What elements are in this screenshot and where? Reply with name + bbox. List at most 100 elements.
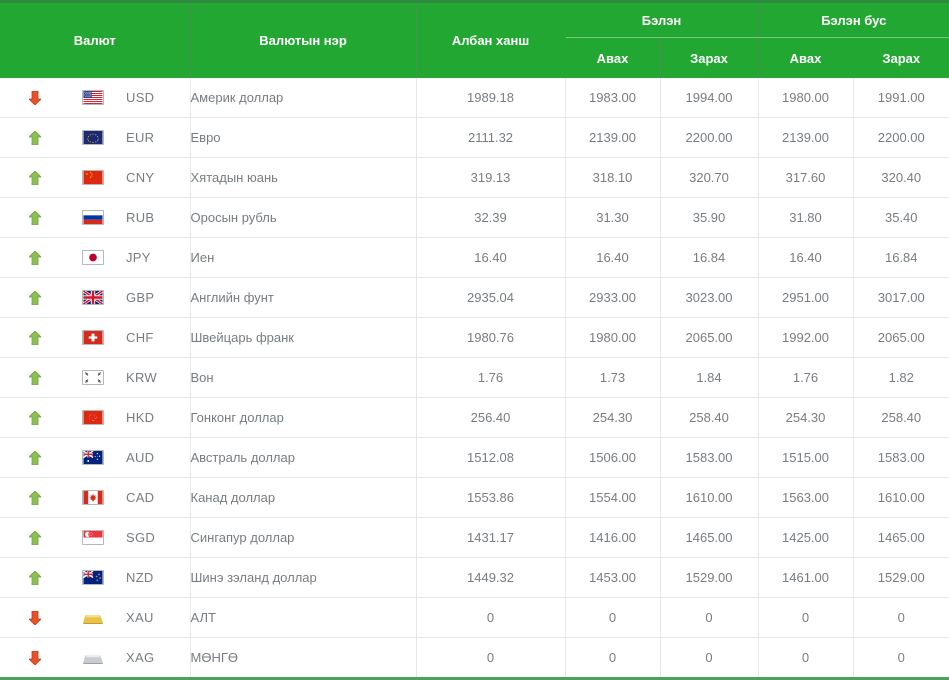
cell-noncash-sell: 1991.00	[853, 78, 949, 118]
cell-noncash-buy: 31.80	[758, 197, 854, 238]
arrow-up-green-icon	[0, 171, 70, 185]
cell-cash-buy: 1453.00	[565, 557, 661, 598]
cell-currency: SGD	[0, 517, 191, 558]
currency-code: USD	[126, 90, 155, 105]
cell-currency: USD	[0, 78, 191, 118]
currency-code: CNY	[126, 170, 155, 185]
column-header-cash-sell: Зарах	[660, 37, 759, 78]
currency-code: EUR	[126, 130, 155, 145]
flag-nz-icon	[70, 570, 116, 585]
arrow-up-green-icon	[0, 211, 70, 225]
cell-noncash-buy: 1515.00	[758, 437, 854, 478]
currency-code: GBP	[126, 290, 155, 305]
cell-noncash-buy: 1992.00	[758, 317, 854, 358]
cell-cash-buy: 2139.00	[565, 117, 661, 158]
arrow-up-green-icon	[0, 331, 70, 345]
cell-noncash-sell: 2200.00	[853, 117, 949, 158]
cell-noncash-sell: 1529.00	[853, 557, 949, 598]
cell-currency: CAD	[0, 477, 191, 518]
cell-cash-sell: 258.40	[660, 397, 759, 438]
cell-cash-sell: 2200.00	[660, 117, 759, 158]
flag-jp-icon	[70, 250, 116, 265]
cell-cash-sell: 35.90	[660, 197, 759, 238]
table-row[interactable]: KRW Вон 1.76 1.73 1.84 1.76 1.82	[0, 357, 949, 398]
column-header-noncash-sell: Зарах	[853, 37, 949, 78]
cell-noncash-buy: 317.60	[758, 157, 854, 198]
cell-noncash-buy: 1425.00	[758, 517, 854, 558]
column-header-currency: Валют	[0, 1, 191, 78]
flag-gb-icon	[70, 290, 116, 305]
cell-noncash-sell: 320.40	[853, 157, 949, 198]
table-row[interactable]: XAU АЛТ 0 0 0 0 0	[0, 597, 949, 638]
cell-noncash-sell: 16.84	[853, 237, 949, 278]
cell-cash-buy: 1506.00	[565, 437, 661, 478]
cell-cash-sell: 2065.00	[660, 317, 759, 358]
cell-currency-name: Хятадын юань	[190, 157, 417, 198]
table-row[interactable]: CHF Швейцарь франк 1980.76 1980.00 2065.00 19…	[0, 317, 949, 358]
table-row[interactable]: SGD Сингапур доллар 1431.17 1416.00 1465.00 1…	[0, 517, 949, 558]
cell-noncash-buy: 2951.00	[758, 277, 854, 318]
currency-code: JPY	[126, 250, 151, 265]
table-row[interactable]: RUB Оросын рубль 32.39 31.30 35.90 31.80 35.40	[0, 197, 949, 238]
cell-official-rate: 1980.76	[416, 317, 566, 358]
flag-ca-icon	[70, 490, 116, 505]
cell-official-rate: 256.40	[416, 397, 566, 438]
cell-currency-name: Иен	[190, 237, 417, 278]
table-row[interactable]: AUD Австраль доллар 1512.08 1506.00 1583.00 1…	[0, 437, 949, 478]
cell-official-rate: 1989.18	[416, 78, 566, 118]
cell-cash-buy: 318.10	[565, 157, 661, 198]
cell-cash-sell: 320.70	[660, 157, 759, 198]
cell-cash-buy: 254.30	[565, 397, 661, 438]
cell-cash-sell: 16.84	[660, 237, 759, 278]
cell-currency-name: Шинэ зэланд доллар	[190, 557, 417, 598]
flag-au-icon	[70, 450, 116, 465]
currency-code: CAD	[126, 490, 155, 505]
flag-hk-icon	[70, 410, 116, 425]
flag-kr-icon	[70, 370, 116, 385]
table-row[interactable]: CNY Хятадын юань 319.13 318.10 320.70 317.60 3…	[0, 157, 949, 198]
cell-cash-buy: 1.73	[565, 357, 661, 398]
table-row[interactable]: EUR Евро 2111.32 2139.00 2200.00 2139.00 2200.…	[0, 117, 949, 158]
cell-cash-sell: 1529.00	[660, 557, 759, 598]
cell-official-rate: 0	[416, 637, 566, 679]
table-row[interactable]: JPY Иен 16.40 16.40 16.84 16.40 16.84	[0, 237, 949, 278]
currency-code: XAU	[126, 610, 154, 625]
currency-code: AUD	[126, 450, 155, 465]
table-row[interactable]: USD Америк доллар 1989.18 1983.00 1994.00 198…	[0, 78, 949, 118]
cell-noncash-sell: 3017.00	[853, 277, 949, 318]
cell-currency: RUB	[0, 197, 191, 238]
flag-us-icon	[70, 90, 116, 105]
cell-currency-name: МӨНГӨ	[190, 637, 417, 679]
cell-currency-name: Вон	[190, 357, 417, 398]
table-row[interactable]: HKD Гонконг доллар 256.40 254.30 258.40 254.3…	[0, 397, 949, 438]
column-header-currency-name: Валютын нэр	[190, 1, 417, 78]
table-body: USD Америк доллар 1989.18 1983.00 1994.00 198…	[0, 78, 949, 679]
arrow-up-green-icon	[0, 531, 70, 545]
arrow-down-red-icon	[0, 91, 70, 105]
exchange-rates-table: Валют Валютын нэр Албан ханш Бэлэн Бэлэн…	[0, 0, 949, 680]
cell-official-rate: 1431.17	[416, 517, 566, 558]
cell-official-rate: 2111.32	[416, 117, 566, 158]
cell-noncash-buy: 1563.00	[758, 477, 854, 518]
cell-noncash-buy: 1980.00	[758, 78, 854, 118]
cell-cash-sell: 1583.00	[660, 437, 759, 478]
table-row[interactable]: NZD Шинэ зэланд доллар 1449.32 1453.00 1529.…	[0, 557, 949, 598]
cell-cash-sell: 0	[660, 597, 759, 638]
gold-bar-icon	[70, 610, 116, 626]
arrow-up-green-icon	[0, 131, 70, 145]
cell-noncash-buy: 1461.00	[758, 557, 854, 598]
cell-official-rate: 319.13	[416, 157, 566, 198]
cell-currency: AUD	[0, 437, 191, 478]
silver-bar-icon	[70, 650, 116, 666]
cell-cash-sell: 3023.00	[660, 277, 759, 318]
cell-cash-buy: 1983.00	[565, 78, 661, 118]
table-row[interactable]: CAD Канад доллар 1553.86 1554.00 1610.00 1563…	[0, 477, 949, 518]
table-row[interactable]: XAG МӨНГӨ 0 0 0 0 0	[0, 637, 949, 679]
cell-official-rate: 16.40	[416, 237, 566, 278]
cell-noncash-sell: 35.40	[853, 197, 949, 238]
cell-cash-buy: 1416.00	[565, 517, 661, 558]
cell-cash-sell: 1994.00	[660, 78, 759, 118]
cell-official-rate: 1512.08	[416, 437, 566, 478]
table-row[interactable]: GBP Английн фунт 2935.04 2933.00 3023.00 2951…	[0, 277, 949, 318]
column-header-cash-buy: Авах	[565, 37, 661, 78]
